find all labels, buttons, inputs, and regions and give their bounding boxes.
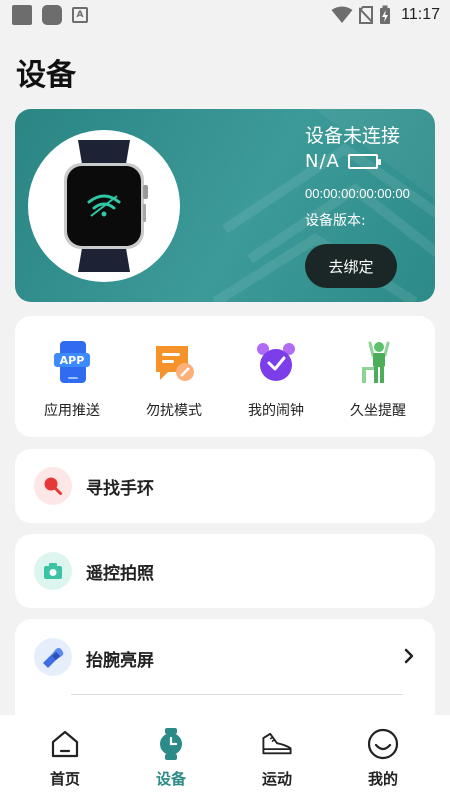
nav-label: 运动 xyxy=(261,770,292,788)
bottom-nav: 首页 设备 运动 我的 xyxy=(0,715,450,800)
remote-camera-row[interactable]: 遥控拍照 xyxy=(15,534,435,608)
function-app-push[interactable]: APP 应用推送 xyxy=(24,316,120,437)
wrist-raise-row[interactable]: 抬腕亮屏 xyxy=(15,619,435,729)
nav-sport[interactable]: 运动 xyxy=(224,715,330,800)
nav-home[interactable]: 首页 xyxy=(12,715,118,800)
app-push-icon: APP xyxy=(50,338,94,386)
sedentary-reminder-icon xyxy=(356,338,400,386)
function-sedentary[interactable]: 久坐提醒 xyxy=(330,316,426,437)
row-label: 抬腕亮屏 xyxy=(86,651,154,671)
chevron-right-icon xyxy=(404,648,414,664)
device-card: 设备未连接 N/A 00:00:00:00:00:00 设备版本: 去绑定 xyxy=(15,109,435,302)
wrist-raise-icon xyxy=(34,638,72,676)
smartwatch-image xyxy=(64,140,148,272)
watch-image-circle xyxy=(28,130,180,282)
nav-label: 设备 xyxy=(155,770,186,788)
function-label: 勿扰模式 xyxy=(146,403,202,419)
nav-profile[interactable]: 我的 xyxy=(330,715,436,800)
device-info: 设备未连接 N/A 00:00:00:00:00:00 设备版本: xyxy=(305,123,410,230)
firmware-version: 设备版本: xyxy=(305,213,366,229)
function-grid: APP 应用推送 勿扰模式 我的闹钟 久坐提醒 xyxy=(15,316,435,437)
nav-device[interactable]: 设备 xyxy=(118,715,224,800)
do-not-disturb-icon xyxy=(152,338,196,386)
alarm-clock-icon xyxy=(254,338,298,386)
divider xyxy=(71,694,403,695)
notification-icon xyxy=(42,5,62,25)
search-icon xyxy=(34,467,72,505)
row-label: 寻找手环 xyxy=(86,478,154,499)
function-label: 应用推送 xyxy=(44,403,100,419)
home-icon xyxy=(48,727,82,761)
function-label: 久坐提醒 xyxy=(350,403,406,419)
bind-device-button[interactable]: 去绑定 xyxy=(305,244,397,288)
shoe-icon xyxy=(260,727,294,761)
watch-icon xyxy=(154,727,188,761)
mac-address: 00:00:00:00:00:00 xyxy=(305,186,410,201)
nav-label: 我的 xyxy=(367,770,398,788)
status-bar: A 11:17 xyxy=(0,0,450,32)
svg-text:APP: APP xyxy=(60,354,85,367)
connection-status: 设备未连接 xyxy=(305,125,401,147)
function-label: 我的闹钟 xyxy=(248,403,304,419)
battery-level: N/A xyxy=(305,151,340,172)
clock: 11:17 xyxy=(401,6,440,23)
battery-row: N/A xyxy=(305,151,410,172)
battery-charging-icon xyxy=(380,5,391,24)
function-alarm[interactable]: 我的闹钟 xyxy=(228,316,324,437)
function-do-not-disturb[interactable]: 勿扰模式 xyxy=(126,316,222,437)
page-title: 设备 xyxy=(16,58,76,93)
notification-icon xyxy=(12,5,32,25)
battery-icon xyxy=(347,154,381,169)
row-label: 遥控拍照 xyxy=(86,563,154,584)
profile-icon xyxy=(366,727,400,761)
notification-a-icon: A xyxy=(72,7,88,23)
wifi-icon xyxy=(331,6,353,23)
find-band-row[interactable]: 寻找手环 xyxy=(15,449,435,523)
nav-label: 首页 xyxy=(49,770,80,788)
camera-icon xyxy=(34,552,72,590)
no-sim-icon xyxy=(359,6,374,24)
